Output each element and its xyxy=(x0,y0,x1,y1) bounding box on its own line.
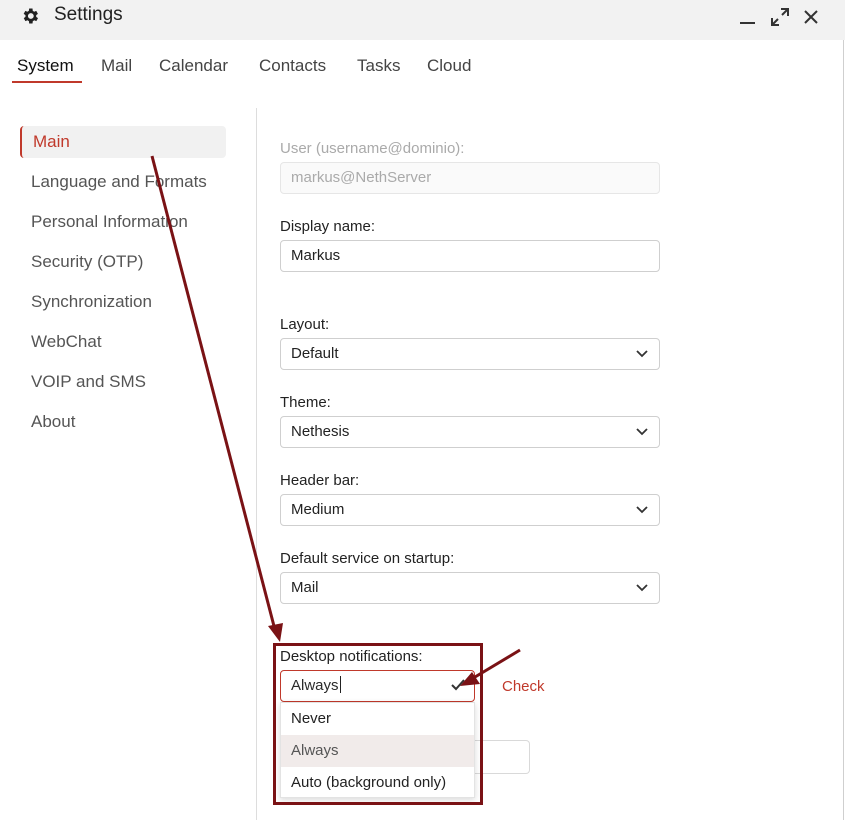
sidebar-item-webchat[interactable]: WebChat xyxy=(20,326,226,358)
layout-select[interactable]: Default xyxy=(280,338,660,370)
chevron-down-icon xyxy=(636,506,648,514)
minimize-icon[interactable] xyxy=(737,6,759,28)
tab-calendar[interactable]: Calendar xyxy=(159,56,228,76)
maximize-icon[interactable] xyxy=(769,6,791,28)
tab-mail[interactable]: Mail xyxy=(101,56,132,76)
layout-label: Layout: xyxy=(280,316,330,333)
header-bar-select[interactable]: Medium xyxy=(280,494,660,526)
sidebar-item-voip-sms[interactable]: VOIP and SMS xyxy=(20,366,226,398)
default-service-select[interactable]: Mail xyxy=(280,572,660,604)
window-title: Settings xyxy=(54,4,123,25)
chevron-down-icon xyxy=(636,428,648,436)
sidebar-item-about[interactable]: About xyxy=(20,406,226,438)
header-bar-value: Medium xyxy=(291,501,345,518)
check-notifications-link[interactable]: Check xyxy=(502,678,545,695)
display-name-value: Markus xyxy=(291,247,341,264)
tab-cloud[interactable]: Cloud xyxy=(427,56,471,76)
theme-label: Theme: xyxy=(280,394,331,411)
layout-value: Default xyxy=(291,345,339,362)
sidebar-item-main[interactable]: Main xyxy=(20,126,226,158)
settings-tabs: System Mail Calendar Contacts Tasks Clou… xyxy=(0,54,845,88)
theme-value: Nethesis xyxy=(291,423,350,440)
header-bar-label: Header bar: xyxy=(280,472,360,489)
user-field: markus@NethServer xyxy=(280,162,660,194)
gear-icon xyxy=(23,8,38,24)
user-label: User (username@dominio): xyxy=(280,140,465,157)
display-name-field[interactable]: Markus xyxy=(280,240,660,272)
window-titlebar: Settings xyxy=(0,0,845,40)
default-service-label: Default service on startup: xyxy=(280,550,455,567)
sidebar-divider xyxy=(256,108,257,820)
active-tab-indicator xyxy=(12,81,82,83)
tab-tasks[interactable]: Tasks xyxy=(357,56,400,76)
default-service-value: Mail xyxy=(291,579,319,596)
tab-system[interactable]: System xyxy=(17,56,74,76)
annotation-arrowhead xyxy=(268,623,283,642)
display-name-label: Display name: xyxy=(280,218,376,235)
sidebar-item-security[interactable]: Security (OTP) xyxy=(20,246,226,278)
close-icon[interactable] xyxy=(800,6,822,28)
window-edge xyxy=(843,40,844,820)
chevron-down-icon xyxy=(636,584,648,592)
theme-select[interactable]: Nethesis xyxy=(280,416,660,448)
tab-contacts[interactable]: Contacts xyxy=(259,56,326,76)
chevron-down-icon xyxy=(636,350,648,358)
sidebar-item-language[interactable]: Language and Formats xyxy=(20,166,226,198)
annotation-highlight-box xyxy=(273,643,483,805)
sidebar-item-personal-information[interactable]: Personal Information xyxy=(20,206,226,238)
sidebar-item-synchronization[interactable]: Synchronization xyxy=(20,286,226,318)
